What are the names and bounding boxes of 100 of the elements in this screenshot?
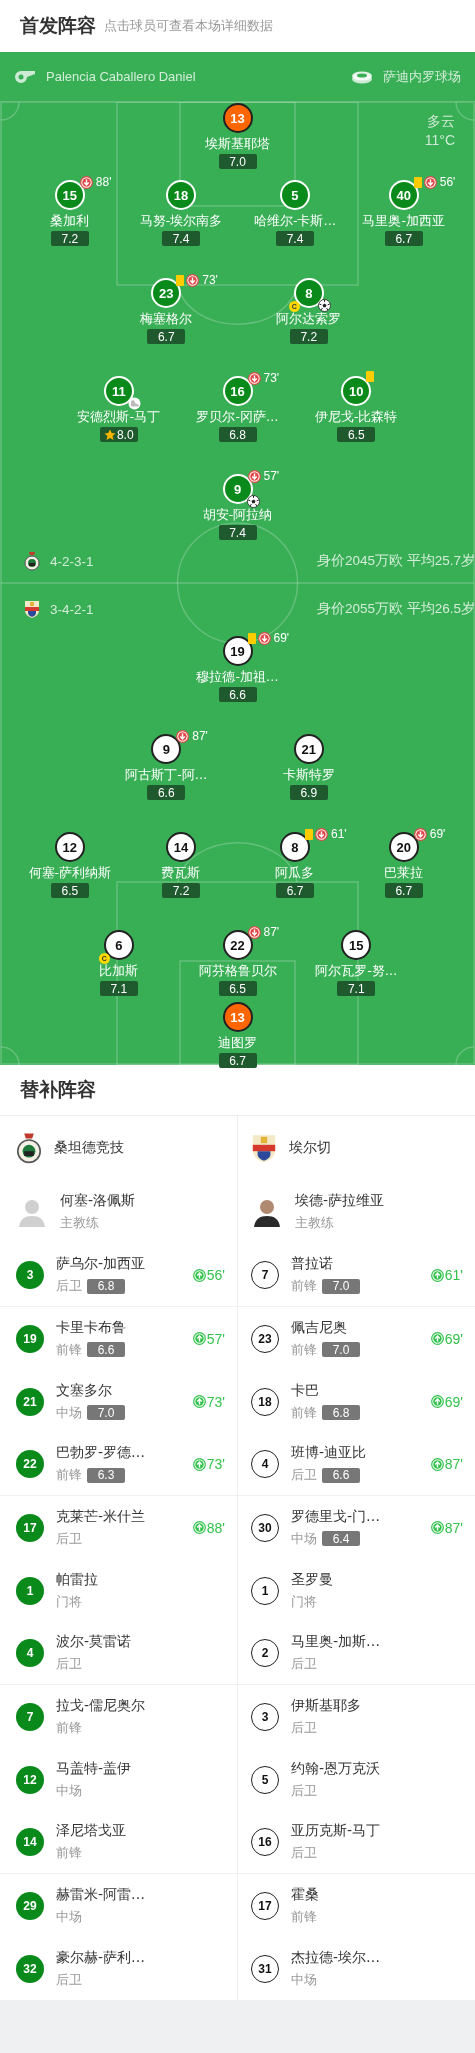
player-number[interactable]: 22 xyxy=(222,930,253,960)
substitution-minute: 69' xyxy=(444,1393,463,1410)
player-name[interactable]: 普拉诺 xyxy=(291,1255,360,1273)
substitution-out-icon xyxy=(186,273,200,287)
player-rating: 6.6 xyxy=(87,1342,125,1357)
player-rating: 6.8 xyxy=(322,1405,360,1420)
substitution-out-icon xyxy=(413,827,427,841)
player-number: 19 xyxy=(16,1324,44,1353)
player-number: 29 xyxy=(16,1891,44,1920)
player-rating: 7.2 xyxy=(161,883,200,898)
player-name[interactable]: 萨乌尔-加西亚 xyxy=(56,1255,146,1273)
player-position: 后卫 xyxy=(56,1529,82,1548)
player-name[interactable]: 约翰-恩万克沃 xyxy=(291,1759,381,1778)
section-hint: 点击球员可查看本场详细数据 xyxy=(104,17,273,35)
player-name[interactable]: 帕雷拉 xyxy=(56,1570,98,1589)
player-rating: 6.5 xyxy=(50,883,89,898)
player-name[interactable]: 亚历克斯-马丁 xyxy=(291,1822,381,1840)
player-name[interactable]: 赫雷米-阿雷… xyxy=(56,1885,146,1904)
substitution-in-icon xyxy=(430,1521,444,1534)
player-number: 7 xyxy=(251,1261,279,1289)
player-name[interactable]: 卡里卡布鲁 xyxy=(56,1318,126,1337)
coach-role: 主教练 xyxy=(60,1214,100,1232)
player-name[interactable]: 杰拉德-埃尔… xyxy=(291,1948,381,1967)
player-name[interactable]: 巴勃罗-罗德… xyxy=(56,1444,146,1462)
substitution-out-icon xyxy=(247,371,261,385)
player-number[interactable]: 18 xyxy=(165,180,196,210)
substitution-minute: 57' xyxy=(206,1330,225,1347)
player-position: 前锋 xyxy=(56,1340,82,1359)
substitution-out-icon xyxy=(247,469,261,483)
player-number: 17 xyxy=(251,1891,279,1920)
player-number: 18 xyxy=(251,1387,279,1416)
player-position: 门将 xyxy=(291,1592,317,1611)
player-name[interactable]: 霍桑 xyxy=(291,1885,319,1904)
substitution-in-icon xyxy=(192,1332,206,1345)
coach-name[interactable]: 何塞-洛佩斯 xyxy=(60,1192,136,1210)
player-position: 前锋 xyxy=(291,1403,317,1422)
player-rating: 6.7 xyxy=(275,883,314,898)
player-number: 23 xyxy=(251,1324,279,1353)
substitution-in-icon xyxy=(430,1457,444,1471)
substitution-in-icon xyxy=(192,1457,206,1471)
substitution-out-icon xyxy=(247,925,261,939)
squad-value-text: 身价2055万欧 平均26.5岁 xyxy=(316,600,475,618)
player-name[interactable]: 波尔-莫雷诺 xyxy=(56,1633,132,1651)
player-name[interactable]: 马盖特-盖伊 xyxy=(56,1759,132,1778)
booking-card-icon xyxy=(413,176,422,188)
player-name[interactable]: 伊斯基耶多 xyxy=(291,1696,361,1715)
player-name[interactable]: 泽尼塔戈亚 xyxy=(56,1822,126,1840)
player-number[interactable]: 12 xyxy=(54,832,85,862)
formation-text: 4-2-3-1 xyxy=(50,553,94,569)
player-name[interactable]: 文塞多尔 xyxy=(56,1381,125,1400)
player-position: 后卫 xyxy=(56,1277,82,1295)
substitution-minute: 69' xyxy=(444,1330,463,1347)
player-number[interactable]: 14 xyxy=(165,832,196,862)
team-name: 桑坦德竞技 xyxy=(54,1139,124,1157)
player-rating: 7.1 xyxy=(337,981,376,996)
coach-name[interactable]: 埃德-萨拉维亚 xyxy=(295,1192,385,1210)
player-rating: 7.2 xyxy=(50,231,89,246)
substitution-minute: 87' xyxy=(192,729,208,743)
player-number: 14 xyxy=(16,1828,44,1856)
player-number[interactable]: 10 xyxy=(341,376,372,406)
player-number[interactable]: 9 xyxy=(151,734,182,764)
player-name[interactable]: 佩吉尼奥 xyxy=(291,1318,360,1337)
player-name[interactable]: 班博-迪亚比 xyxy=(291,1444,367,1462)
player-name[interactable]: 卡巴 xyxy=(291,1381,360,1400)
player-position: 前锋 xyxy=(56,1466,82,1484)
team-name: 埃尔切 xyxy=(289,1139,331,1157)
player-number[interactable]: 5 xyxy=(279,180,310,210)
player-name[interactable]: 马里奥-加斯… xyxy=(291,1633,381,1651)
player-number[interactable]: 8 xyxy=(279,832,310,862)
player-number[interactable]: 23 xyxy=(151,278,182,308)
stadium-name: 萨迪内罗球场 xyxy=(383,67,461,86)
player-number[interactable]: 15 xyxy=(341,930,372,960)
player-number: 1 xyxy=(16,1576,44,1605)
player-name[interactable]: 拉戈-儒尼奥尔 xyxy=(56,1696,146,1715)
player-number[interactable]: 40 xyxy=(388,180,419,210)
player-number[interactable]: 16 xyxy=(222,376,253,406)
player-number[interactable]: 9 xyxy=(222,474,253,504)
player-name[interactable]: 圣罗曼 xyxy=(291,1570,333,1589)
referee-name: Palencia Caballero Daniel xyxy=(46,69,196,84)
booking-card-icon xyxy=(366,371,375,382)
player-position: 后卫 xyxy=(291,1718,317,1737)
player-name[interactable]: 克莱芒-米什兰 xyxy=(56,1507,146,1526)
player-number: 4 xyxy=(16,1639,44,1667)
boot-icon xyxy=(127,397,141,410)
player-number: 7 xyxy=(16,1702,44,1731)
player-name[interactable]: 罗德里戈-门… xyxy=(291,1507,381,1526)
player-number[interactable]: 21 xyxy=(293,734,324,764)
player-position: 后卫 xyxy=(56,1970,82,1989)
player-number[interactable]: 20 xyxy=(388,832,419,862)
player-number: 32 xyxy=(16,1954,44,1983)
player-name[interactable]: 豪尔赫-萨利… xyxy=(56,1948,146,1967)
section-title: 首发阵容 xyxy=(20,13,96,38)
player-number[interactable]: 11 xyxy=(103,376,134,406)
substitution-in-icon xyxy=(192,1521,206,1534)
player-rating: 6.3 xyxy=(87,1467,125,1483)
player-position: 后卫 xyxy=(291,1781,317,1800)
player-position: 前锋 xyxy=(291,1277,317,1295)
player-number[interactable]: 15 xyxy=(54,180,85,210)
player-number: 12 xyxy=(16,1765,44,1794)
player-number[interactable]: 19 xyxy=(222,636,253,666)
